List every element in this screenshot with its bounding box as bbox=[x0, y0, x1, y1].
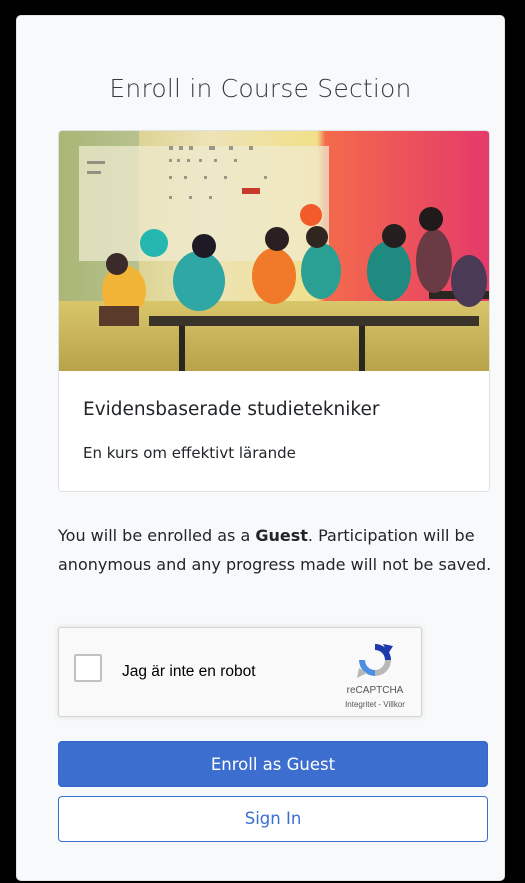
recaptcha-icon bbox=[357, 644, 393, 678]
recaptcha-brand: reCAPTCHA bbox=[346, 685, 404, 696]
recaptcha-checkbox[interactable] bbox=[74, 654, 102, 682]
recaptcha-label: Jag är inte en robot bbox=[122, 663, 256, 680]
enrollment-notice: You will be enrolled as a Guest. Partici… bbox=[58, 521, 498, 579]
course-description: En kurs om effektivt lärande bbox=[83, 444, 296, 462]
page-title: Enroll in Course Section bbox=[109, 74, 412, 103]
guest-role-label: Guest bbox=[255, 526, 308, 545]
course-image bbox=[59, 131, 489, 371]
course-title: Evidensbaserade studietekniker bbox=[83, 399, 380, 420]
sign-in-button[interactable]: Sign In bbox=[58, 796, 488, 842]
enroll-as-guest-button[interactable]: Enroll as Guest bbox=[58, 741, 488, 787]
recaptcha-widget: Jag är inte en robot reCAPTCHA Integrite… bbox=[58, 627, 422, 717]
recaptcha-privacy-terms-links[interactable]: Integritet - Villkor bbox=[327, 700, 423, 709]
course-card: Evidensbaserade studietekniker En kurs o… bbox=[58, 130, 490, 492]
notice-text-before: You will be enrolled as a bbox=[58, 526, 256, 545]
enrollment-panel: Enroll in Course Section Evidensbaserade… bbox=[16, 15, 505, 881]
